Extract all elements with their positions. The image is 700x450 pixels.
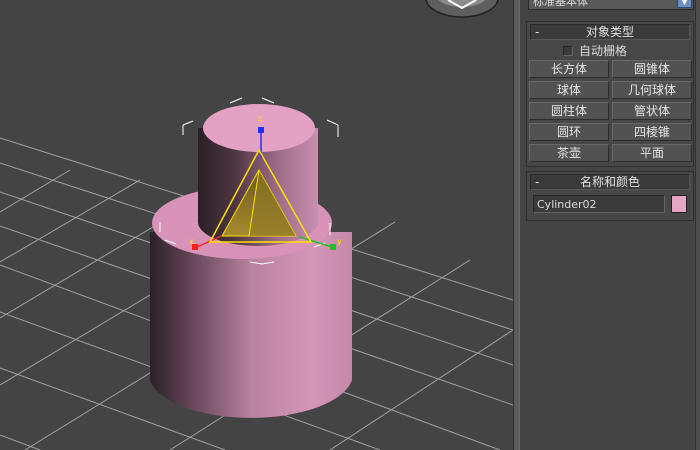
name-row: [527, 192, 693, 216]
viewcube-icon: [425, 0, 499, 18]
geosphere-button[interactable]: 几何球体: [612, 81, 692, 99]
object-color-swatch[interactable]: [671, 195, 687, 213]
primitive-category-dropdown[interactable]: 标准基本体 ▼: [528, 0, 694, 10]
box-button[interactable]: 长方体: [529, 60, 609, 78]
collapse-icon[interactable]: -: [535, 25, 539, 39]
teapot-button[interactable]: 茶壶: [529, 144, 609, 162]
object-type-rollout: - 对象类型 自动栅格 长方体 圆锥体 球体 几何球体 圆柱体 管状体 圆环 四…: [526, 21, 694, 167]
autogrid-label: 自动栅格: [579, 44, 628, 58]
category-dropdown-value: 标准基本体: [533, 0, 588, 8]
torus-button[interactable]: 圆环: [529, 123, 609, 141]
object-type-title: 对象类型: [585, 25, 634, 39]
name-and-color-rollout-header[interactable]: - 名称和颜色: [530, 174, 690, 190]
object-type-buttons: 长方体 圆锥体 球体 几何球体 圆柱体 管状体 圆环 四棱锥 茶壶 平面: [527, 60, 693, 166]
autogrid-row[interactable]: 自动栅格: [527, 42, 693, 60]
viewport-canvas[interactable]: z x y: [0, 0, 513, 450]
gizmo-x-label: x: [189, 237, 194, 246]
viewport-panel-divider[interactable]: [513, 0, 520, 450]
plane-button[interactable]: 平面: [612, 144, 692, 162]
object-type-rollout-header[interactable]: - 对象类型: [530, 24, 690, 40]
command-panel-scrollbar[interactable]: [695, 0, 700, 450]
name-and-color-title: 名称和颜色: [579, 175, 640, 189]
perspective-viewport[interactable]: z x y: [0, 0, 513, 450]
cylinder-button[interactable]: 圆柱体: [529, 102, 609, 120]
sphere-button[interactable]: 球体: [529, 81, 609, 99]
collapse-icon[interactable]: -: [535, 175, 539, 189]
cone-button[interactable]: 圆锥体: [612, 60, 692, 78]
gizmo-y-label: y: [337, 237, 342, 246]
object-name-input[interactable]: [533, 195, 665, 213]
autogrid-checkbox[interactable]: [563, 46, 573, 56]
name-and-color-rollout: - 名称和颜色: [526, 171, 694, 221]
tube-button[interactable]: 管状体: [612, 102, 692, 120]
chevron-down-icon[interactable]: ▼: [677, 0, 692, 8]
gizmo-z-label: z: [258, 114, 262, 123]
pyramid-button[interactable]: 四棱锥: [612, 123, 692, 141]
